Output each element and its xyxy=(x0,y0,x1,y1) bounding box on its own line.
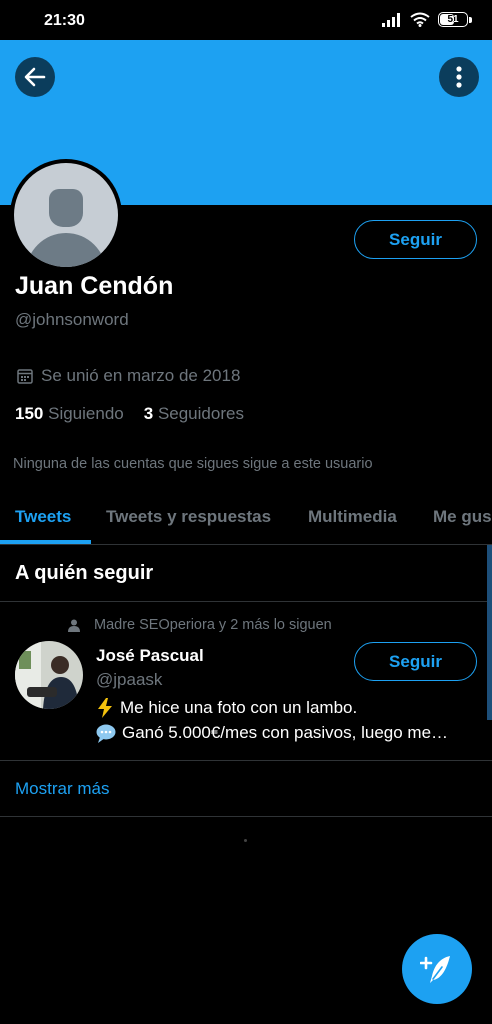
suggestion-name[interactable]: José Pascual xyxy=(96,646,204,666)
who-to-follow-title: A quién seguir xyxy=(15,562,154,584)
suggestion-handle: @jpaask xyxy=(96,670,163,689)
divider xyxy=(0,816,492,817)
suggestion-bio-line-1: Me hice una foto con un lambo. xyxy=(96,698,357,718)
show-more-link[interactable]: Mostrar más xyxy=(15,779,109,799)
suggestion-avatar[interactable] xyxy=(15,641,83,709)
status-bar: 21:30 51 xyxy=(0,0,492,40)
calendar-icon xyxy=(17,369,33,384)
social-context: Madre SEOperiora y 2 más lo siguen xyxy=(68,617,332,633)
signal-icon xyxy=(382,12,400,27)
tab-likes[interactable]: Me gus xyxy=(433,507,492,527)
more-options-button[interactable] xyxy=(439,57,479,97)
joined-text: Se unió en marzo de 2018 xyxy=(41,366,241,385)
tab-media[interactable]: Multimedia xyxy=(308,507,397,527)
speech-bubble-icon xyxy=(96,724,116,743)
status-time: 21:30 xyxy=(44,12,85,29)
more-vertical-icon xyxy=(456,66,462,88)
tab-tweets[interactable]: Tweets xyxy=(15,507,71,527)
follow-stats: 150 Siguiendo 3 Seguidores xyxy=(15,404,244,424)
scrollbar[interactable] xyxy=(487,545,492,720)
profile-avatar[interactable] xyxy=(10,159,122,271)
joined-date: Se unió en marzo de 2018 xyxy=(17,366,240,386)
loading-dot xyxy=(244,839,247,842)
lightning-icon xyxy=(98,698,112,718)
user-photo xyxy=(15,641,83,709)
mutuals-notice: Ninguna de las cuentas que sigues sigue … xyxy=(13,456,373,472)
battery-icon: 51 xyxy=(438,12,472,27)
tab-tweets-and-replies[interactable]: Tweets y respuestas xyxy=(106,507,271,527)
followers-stat[interactable]: 3 Seguidores xyxy=(144,404,244,424)
compose-tweet-icon xyxy=(420,956,450,983)
divider xyxy=(0,601,492,602)
suggestion-bio-line-2: Ganó 5.000€/mes con pasivos, luego me… xyxy=(96,723,448,743)
status-icons: 51 xyxy=(382,12,472,27)
suggestion-follow-button[interactable]: Seguir xyxy=(354,642,477,681)
following-stat[interactable]: 150 Siguiendo xyxy=(15,404,124,424)
default-avatar-icon xyxy=(14,163,118,267)
back-button[interactable] xyxy=(15,57,55,97)
compose-tweet-button[interactable] xyxy=(402,934,472,1004)
active-tab-indicator xyxy=(0,540,91,544)
arrow-left-icon xyxy=(24,67,46,87)
profile-name: Juan Cendón xyxy=(15,272,174,300)
profile-handle: @johnsonword xyxy=(15,310,129,329)
person-icon xyxy=(68,619,80,632)
social-context-text: Madre SEOperiora y 2 más lo siguen xyxy=(94,617,332,633)
divider xyxy=(0,760,492,761)
battery-level: 51 xyxy=(447,14,459,25)
follow-button[interactable]: Seguir xyxy=(354,220,477,259)
wifi-icon xyxy=(410,12,430,27)
profile-tabs: Tweets Tweets y respuestas Multimedia Me… xyxy=(0,490,492,545)
